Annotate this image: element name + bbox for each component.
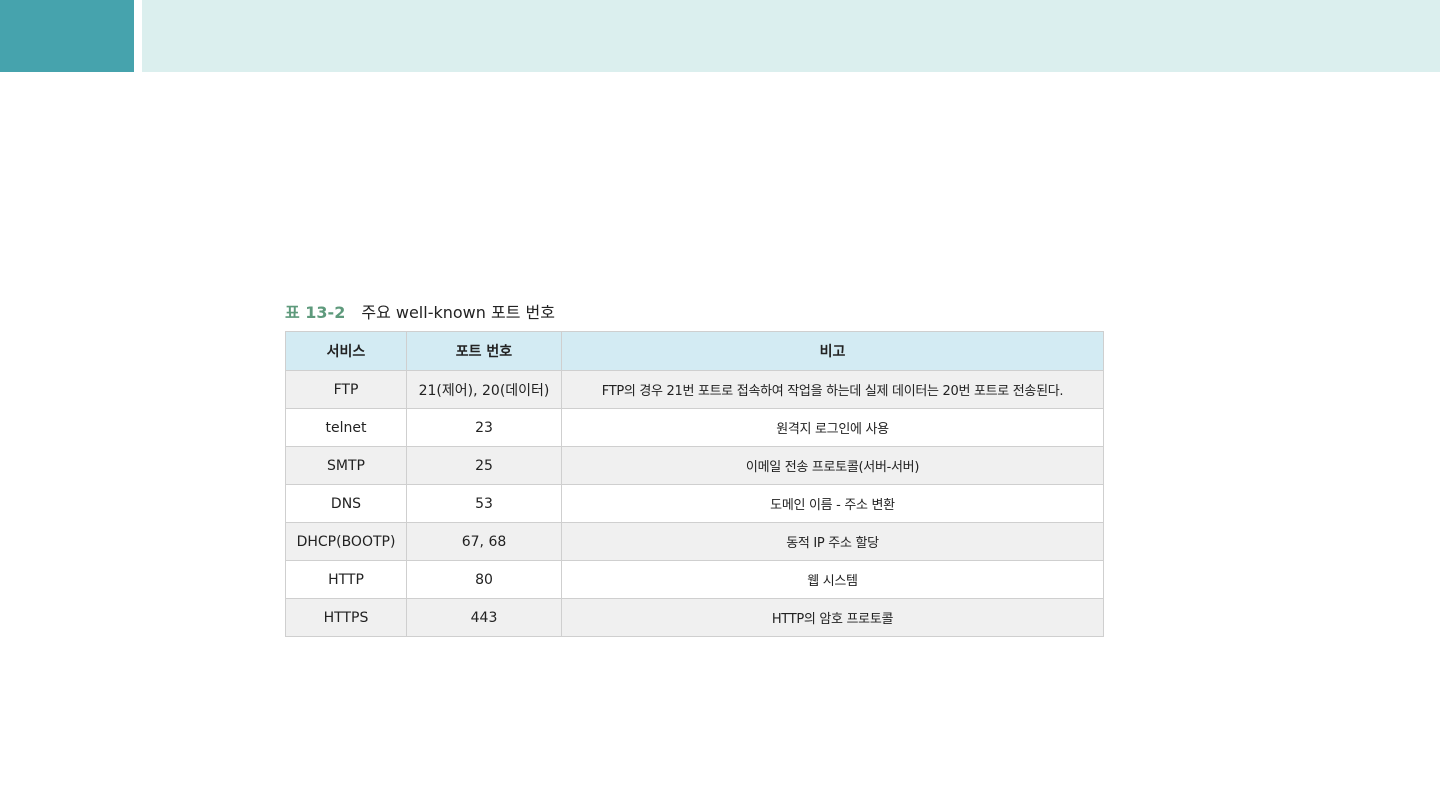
- service-cell: SMTP: [285, 446, 407, 485]
- port-cell: 80: [406, 560, 562, 599]
- port-cell: 25: [406, 446, 562, 485]
- table-row: DNS 53 도메인 이름 - 주소 변환: [285, 484, 1104, 523]
- service-cell: DHCP(BOOTP): [285, 522, 407, 561]
- table-row: HTTPS 443 HTTP의 암호 프로토콜: [285, 598, 1104, 637]
- note-cell: 이메일 전송 프로토콜(서버-서버): [561, 446, 1104, 485]
- table-row: DHCP(BOOTP) 67, 68 동적 IP 주소 할당: [285, 522, 1104, 561]
- well-known-ports-table: 서비스 포트 번호 비고 FTP 21(제어), 20(데이터) FTP의 경우…: [285, 331, 1104, 637]
- port-cell: 443: [406, 598, 562, 637]
- port-cell: 53: [406, 484, 562, 523]
- table-row: FTP 21(제어), 20(데이터) FTP의 경우 21번 포트로 접속하여…: [285, 370, 1104, 409]
- service-cell: HTTPS: [285, 598, 407, 637]
- table-title: 주요 well-known 포트 번호: [361, 303, 555, 322]
- note-cell: HTTP의 암호 프로토콜: [561, 598, 1104, 637]
- service-cell: telnet: [285, 408, 407, 447]
- note-cell: 동적 IP 주소 할당: [561, 522, 1104, 561]
- note-cell: 도메인 이름 - 주소 변환: [561, 484, 1104, 523]
- port-cell: 23: [406, 408, 562, 447]
- port-cell: 21(제어), 20(데이터): [406, 370, 562, 409]
- service-cell: HTTP: [285, 560, 407, 599]
- column-header-port: 포트 번호: [406, 331, 562, 371]
- service-cell: DNS: [285, 484, 407, 523]
- column-header-note: 비고: [561, 331, 1104, 371]
- table-row: HTTP 80 웹 시스템: [285, 560, 1104, 599]
- table-number-label: 표 13-2: [285, 303, 346, 322]
- column-header-service: 서비스: [285, 331, 407, 371]
- note-cell: 웹 시스템: [561, 560, 1104, 599]
- table-caption: 표 13-2 주요 well-known 포트 번호: [285, 298, 555, 324]
- table-row: SMTP 25 이메일 전송 프로토콜(서버-서버): [285, 446, 1104, 485]
- header-band: [142, 0, 1440, 72]
- service-cell: FTP: [285, 370, 407, 409]
- table-header-row: 서비스 포트 번호 비고: [285, 331, 1104, 371]
- note-cell: 원격지 로그인에 사용: [561, 408, 1104, 447]
- note-cell: FTP의 경우 21번 포트로 접속하여 작업을 하는데 실제 데이터는 20번…: [561, 370, 1104, 409]
- port-cell: 67, 68: [406, 522, 562, 561]
- table-row: telnet 23 원격지 로그인에 사용: [285, 408, 1104, 447]
- header-accent-block: [0, 0, 134, 72]
